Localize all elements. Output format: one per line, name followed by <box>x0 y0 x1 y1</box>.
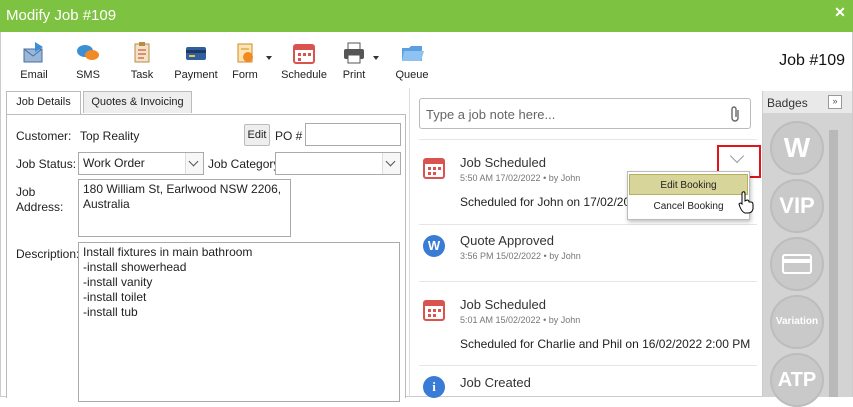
info-icon: i <box>423 376 445 398</box>
event-title: Job Scheduled <box>460 297 547 312</box>
badge-vip[interactable]: VIP <box>770 179 824 233</box>
job-details-pane: Customer: Top Reality Edit PO # Job Stat… <box>6 114 406 402</box>
chevron-down-icon <box>185 153 203 174</box>
edit-customer-button[interactable]: Edit <box>244 124 270 146</box>
tab-quotes-invoicing[interactable]: Quotes & Invoicing <box>83 91 192 113</box>
schedule-icon <box>293 44 315 64</box>
timeline-separator <box>419 224 757 225</box>
email-label: Email <box>20 69 48 81</box>
close-icon[interactable]: ✕ <box>833 5 847 19</box>
badge-variation[interactable]: Variation <box>770 295 824 349</box>
edit-booking-menu-item[interactable]: Edit Booking <box>629 174 748 195</box>
job-status-select[interactable]: Work Order <box>78 152 204 175</box>
event-meta: 5:01 AM 15/02/2022 • by John <box>460 315 581 325</box>
form-label: Form <box>232 69 258 81</box>
job-status-value: Work Order <box>83 156 145 170</box>
title-bar: Modify Job #109 ✕ <box>0 0 853 32</box>
event-body: Scheduled for Charlie and Phil on 16/02/… <box>460 337 751 351</box>
paperclip-icon[interactable] <box>728 105 742 123</box>
po-label: PO # <box>275 129 303 143</box>
schedule-button[interactable]: Schedule <box>278 40 330 81</box>
sms-icon <box>77 45 99 60</box>
task-icon <box>134 42 150 63</box>
form-dropdown-caret-icon[interactable] <box>266 56 272 60</box>
sms-button[interactable]: SMS <box>62 40 114 81</box>
po-number-input[interactable] <box>305 123 401 146</box>
badge-w[interactable]: W <box>770 121 824 175</box>
event-title: Job Created <box>460 375 531 390</box>
badges-scrollbar[interactable] <box>829 130 838 397</box>
job-address-label: Job Address: <box>16 185 64 214</box>
payment-button[interactable]: Payment <box>170 40 222 81</box>
queue-label: Queue <box>395 69 429 81</box>
collapse-badges-button[interactable]: » <box>828 95 842 109</box>
hand-cursor-icon <box>738 191 754 214</box>
event-meta: 5:50 AM 17/02/2022 • by John <box>460 173 581 183</box>
description-label: Description: <box>16 247 80 261</box>
print-label: Print <box>342 69 366 81</box>
timeline-separator <box>419 139 757 140</box>
event-title: Job Scheduled <box>460 155 547 170</box>
card-icon <box>782 254 812 274</box>
job-address-field[interactable]: 180 William St, Earlwood NSW 2206, Austr… <box>78 179 291 237</box>
timeline-separator <box>419 281 757 282</box>
task-label: Task <box>130 69 154 81</box>
payment-label: Payment <box>174 69 218 81</box>
job-note-placeholder: Type a job note here... <box>426 107 556 122</box>
customer-value: Top Reality <box>80 129 140 143</box>
queue-icon <box>402 46 424 61</box>
event-body: Scheduled for John on 17/02/2022 <box>460 195 644 209</box>
timeline-separator <box>419 365 757 366</box>
customer-label: Customer: <box>16 129 72 143</box>
badge-atp[interactable]: ATP <box>770 353 824 407</box>
toolbar: Email SMS Task Payment Form Schedule Pri… <box>0 36 853 88</box>
booking-action-menu: Edit Booking Cancel Booking <box>627 171 750 220</box>
form-button[interactable]: Form <box>219 40 271 81</box>
email-button[interactable]: Email <box>8 40 60 81</box>
task-button[interactable]: Task <box>116 40 168 81</box>
job-note-input[interactable]: Type a job note here... <box>419 98 751 129</box>
sms-label: SMS <box>76 69 100 81</box>
panel-divider <box>409 88 410 397</box>
queue-button[interactable]: Queue <box>386 40 438 81</box>
calendar-icon <box>423 158 445 179</box>
payment-icon <box>186 47 206 60</box>
cancel-booking-menu-item[interactable]: Cancel Booking <box>629 196 748 217</box>
print-button[interactable]: Print <box>328 40 380 81</box>
calendar-icon <box>423 300 445 321</box>
job-number-heading: Job #109 <box>779 52 845 69</box>
job-status-label: Job Status: <box>16 157 77 171</box>
tab-job-details[interactable]: Job Details <box>6 91 81 115</box>
w-avatar-icon: W <box>423 235 445 257</box>
badges-header: Badges <box>767 96 808 110</box>
window-title: Modify Job #109 <box>6 7 117 24</box>
form-icon <box>237 43 253 63</box>
print-icon <box>344 42 364 64</box>
event-title: Quote Approved <box>460 233 554 248</box>
description-field[interactable]: Install fixtures in main bathroom -insta… <box>78 242 400 402</box>
event-meta: 3:56 PM 15/02/2022 • by John <box>460 251 581 261</box>
schedule-label: Schedule <box>281 69 327 81</box>
job-category-select[interactable] <box>275 152 401 175</box>
badges-panel: Badges » W VIP Variation ATP <box>762 91 852 407</box>
chevron-down-icon <box>382 153 400 174</box>
job-category-label: Job Category <box>208 157 280 171</box>
badge-card[interactable] <box>770 237 824 291</box>
email-icon <box>23 42 43 63</box>
print-dropdown-caret-icon[interactable] <box>373 56 379 60</box>
